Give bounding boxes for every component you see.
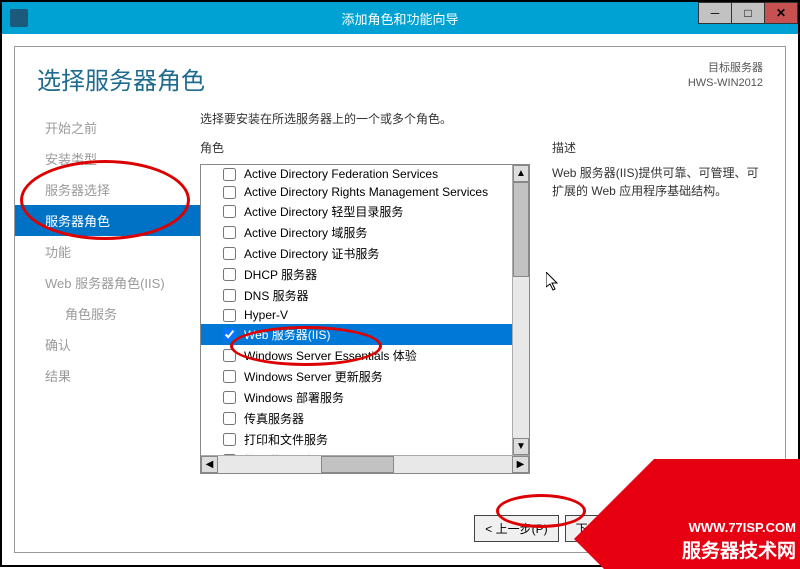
window-controls: ─ □ ✕ [699,2,798,24]
wizard-step-item[interactable]: 开始之前 [15,112,200,143]
role-item[interactable]: Active Directory Federation Services [201,165,529,183]
role-item[interactable]: DHCP 服务器 [201,264,529,285]
wizard-step-item[interactable]: 结果 [15,360,200,391]
role-label: Active Directory 域服务 [244,224,367,241]
window-title: 添加角色和功能向导 [341,9,458,28]
role-item[interactable]: 打印和文件服务 [201,429,529,450]
role-item[interactable]: Web 服务器(IIS) [201,324,529,345]
description-text: Web 服务器(IIS)提供可靠、可管理、可扩展的 Web 应用程序基础结构。 [552,164,767,200]
maximize-button[interactable]: □ [731,2,765,24]
page-title: 选择服务器角色 [37,61,205,96]
wizard-step-item[interactable]: Web 服务器角色(IIS) [15,267,200,298]
scroll-right-icon[interactable]: ▶ [512,456,529,473]
role-item[interactable]: Active Directory 轻型目录服务 [201,201,529,222]
roles-listbox[interactable]: Active Directory Federation Services Acti… [200,164,530,474]
vertical-scrollbar[interactable]: ▲ ▼ [512,165,529,455]
role-checkbox[interactable] [223,328,236,341]
role-label: DHCP 服务器 [244,266,317,283]
role-label: Web 服务器(IIS) [244,326,330,343]
role-item[interactable]: Windows Server 更新服务 [201,366,529,387]
scroll-up-icon[interactable]: ▲ [513,165,529,182]
previous-button[interactable]: < 上一步(P) [474,515,558,542]
role-item[interactable]: Windows Server Essentials 体验 [201,345,529,366]
role-checkbox[interactable] [223,186,236,199]
role-label: Hyper-V [244,308,288,322]
wizard-footer: < 上一步(P) 下一步(N) > 安装(I) 取消 [15,504,785,552]
target-value: HWS-WIN2012 [688,76,763,91]
role-label: Active Directory Federation Services [244,167,438,181]
role-checkbox[interactable] [223,370,236,383]
role-checkbox[interactable] [223,289,236,302]
wizard-step-item[interactable]: 服务器选择 [15,174,200,205]
wizard-step-item[interactable]: 安装类型 [15,143,200,174]
roles-column-header: 角色 [200,139,530,156]
scroll-down-icon[interactable]: ▼ [513,438,529,455]
role-item[interactable]: Active Directory 域服务 [201,222,529,243]
role-checkbox[interactable] [223,309,236,322]
horizontal-scrollbar[interactable]: ◀ ▶ [201,455,529,473]
wizard-step-item[interactable]: 确认 [15,329,200,360]
role-item[interactable]: Hyper-V [201,306,529,324]
role-checkbox[interactable] [223,168,236,181]
instruction-text: 选择要安装在所选服务器上的一个或多个角色。 [200,110,767,127]
minimize-button[interactable]: ─ [698,2,732,24]
titlebar: 添加角色和功能向导 ─ □ ✕ [2,2,798,34]
wizard-panel: 选择服务器角色 目标服务器 HWS-WIN2012 开始之前安装类型服务器选择服… [14,46,786,553]
role-checkbox[interactable] [223,226,236,239]
role-label: Windows Server Essentials 体验 [244,347,417,364]
role-item[interactable]: 传真服务器 [201,408,529,429]
wizard-steps-sidebar: 开始之前安装类型服务器选择服务器角色功能Web 服务器角色(IIS)角色服务确认… [15,100,200,504]
role-checkbox[interactable] [223,433,236,446]
role-checkbox[interactable] [223,205,236,218]
role-label: Windows 部署服务 [244,389,344,406]
scroll-left-icon[interactable]: ◀ [201,456,218,473]
role-label: Active Directory Rights Management Servi… [244,185,488,199]
wizard-step-item[interactable]: 角色服务 [15,298,200,329]
cancel-button[interactable]: 取消 [719,515,765,542]
role-item[interactable]: DNS 服务器 [201,285,529,306]
install-button[interactable]: 安装(I) [656,515,713,542]
role-label: Active Directory 轻型目录服务 [244,203,403,220]
role-label: DNS 服务器 [244,287,309,304]
role-checkbox[interactable] [223,412,236,425]
role-item[interactable]: Active Directory 证书服务 [201,243,529,264]
scroll-thumb[interactable] [513,182,529,277]
role-checkbox[interactable] [223,247,236,260]
role-item[interactable]: Windows 部署服务 [201,387,529,408]
role-checkbox[interactable] [223,349,236,362]
target-server-block: 目标服务器 HWS-WIN2012 [688,61,763,91]
app-icon [10,9,28,27]
wizard-step-item[interactable]: 功能 [15,236,200,267]
next-button[interactable]: 下一步(N) > [565,515,650,542]
role-label: Windows Server 更新服务 [244,368,383,385]
role-label: 传真服务器 [244,410,304,427]
role-label: 打印和文件服务 [244,431,328,448]
role-label: Active Directory 证书服务 [244,245,379,262]
target-label: 目标服务器 [688,61,763,76]
role-checkbox[interactable] [223,268,236,281]
close-button[interactable]: ✕ [764,2,798,24]
description-column-header: 描述 [552,139,767,156]
role-item[interactable]: Active Directory Rights Management Servi… [201,183,529,201]
role-checkbox[interactable] [223,391,236,404]
wizard-step-item[interactable]: 服务器角色 [15,205,200,236]
hscroll-thumb[interactable] [321,456,395,473]
